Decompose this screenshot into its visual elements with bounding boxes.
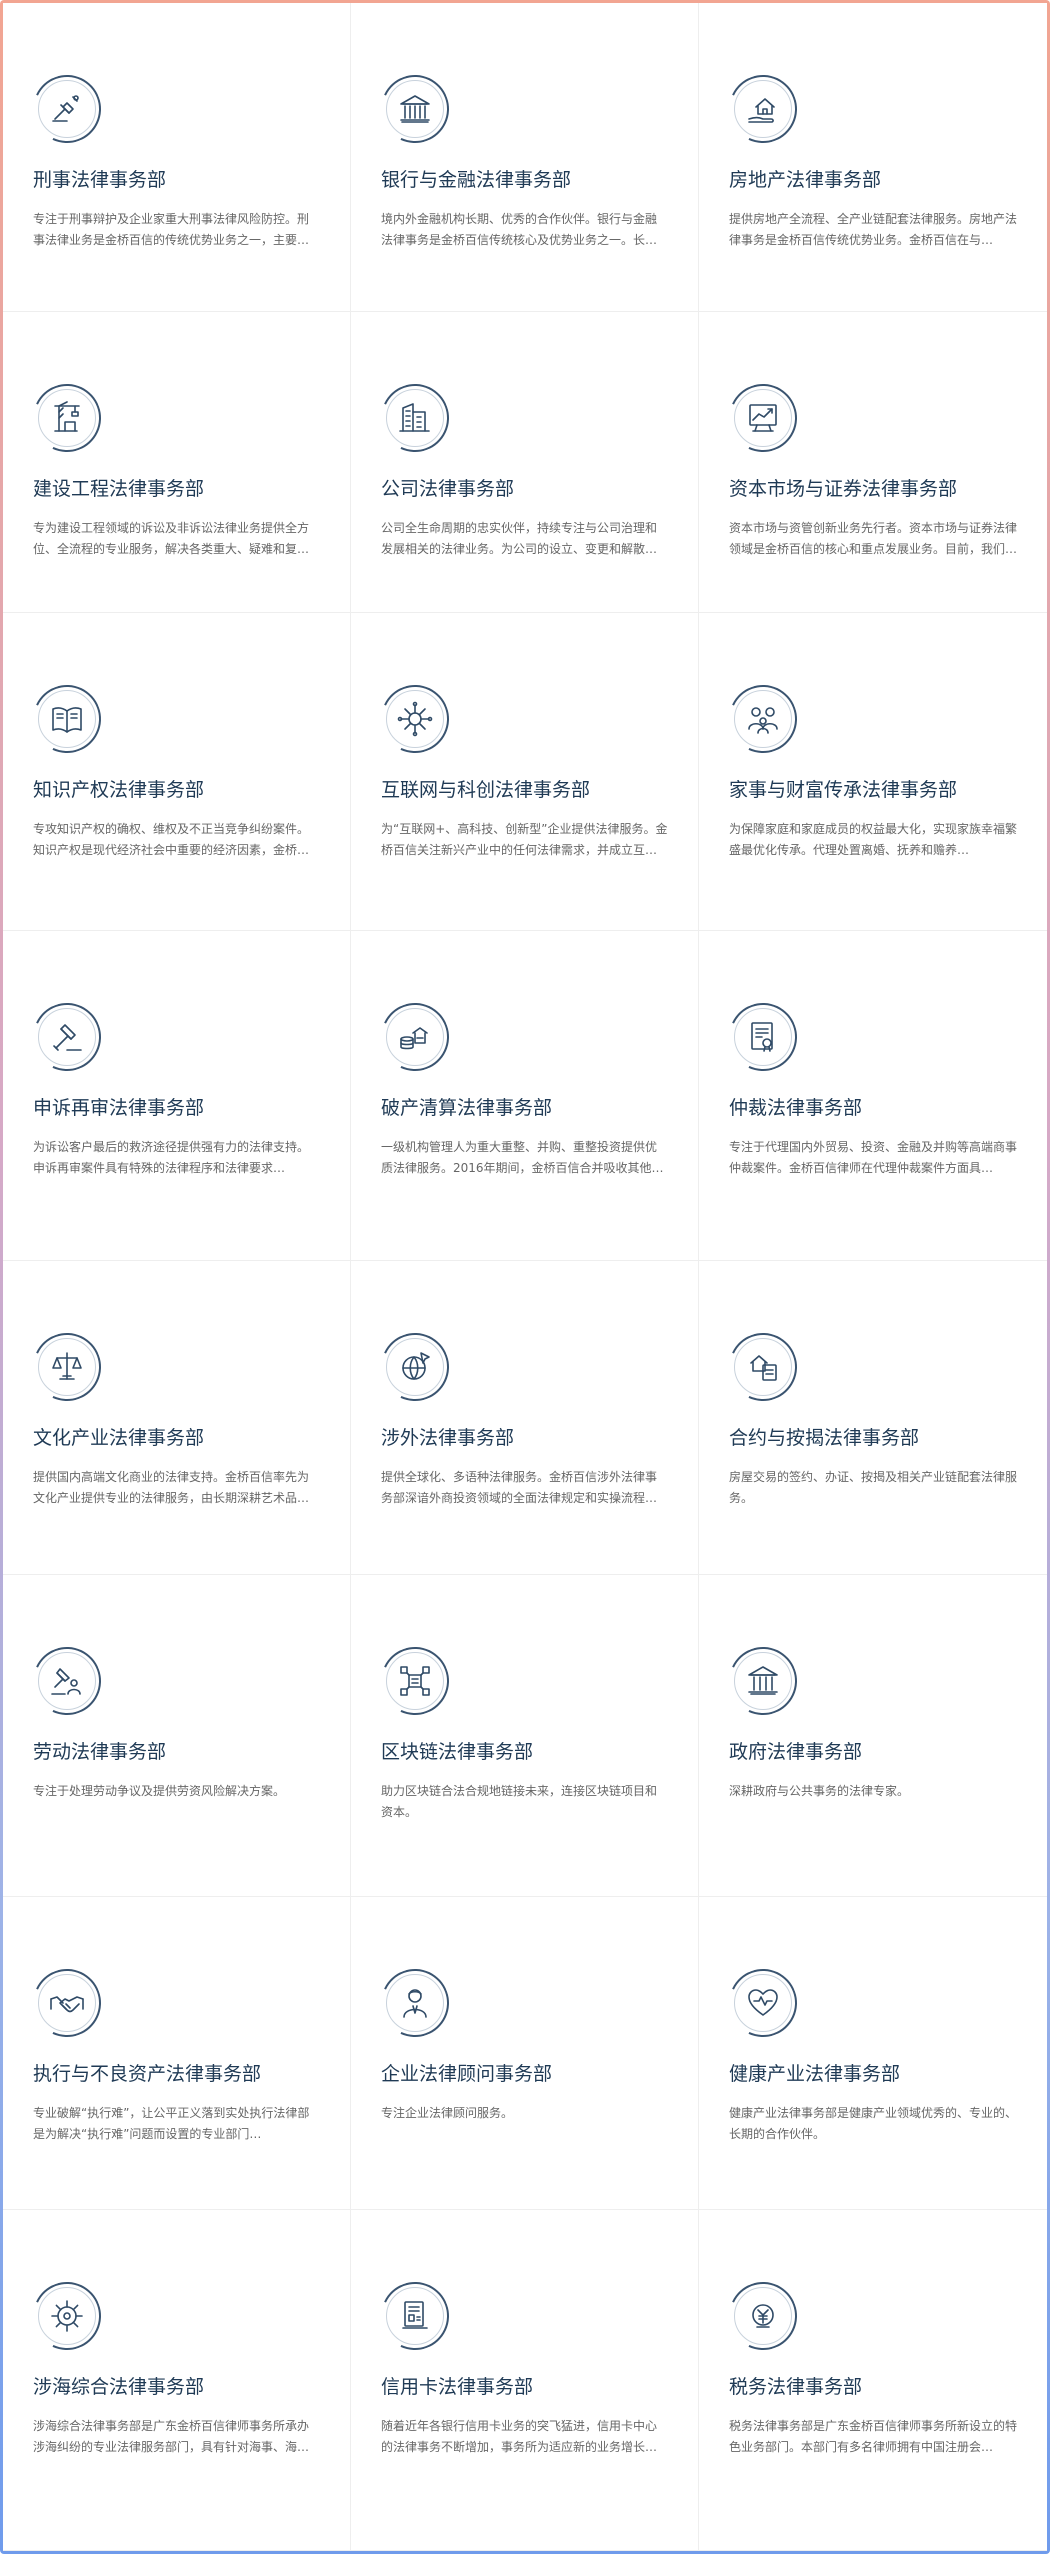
- department-card-19[interactable]: 执行与不良资产法律事务部 专业破解“执行难”，让公平正义落到实处执行法律部是为解…: [3, 1897, 351, 2210]
- department-card-1[interactable]: 刑事法律事务部 专注于刑事辩护及企业家重大刑事法律风险防控。刑事法律业务是金桥百…: [3, 3, 351, 312]
- department-card-3[interactable]: 房地产法律事务部 提供房地产全流程、全产业链配套法律服务。房地产法律事务是金桥百…: [699, 3, 1047, 312]
- tax-document-icon: [729, 2282, 797, 2350]
- handshake-icon: [33, 1969, 101, 2037]
- department-card-10[interactable]: 申诉再审法律事务部 为诉讼客户最后的救济途径提供强有力的法律支持。申诉再审案件具…: [3, 931, 351, 1261]
- department-card-13[interactable]: 文化产业法律事务部 提供国内高端文化商业的法律支持。金桥百信率先为文化产业提供专…: [3, 1261, 351, 1575]
- department-grid: 刑事法律事务部 专注于刑事辩护及企业家重大刑事法律风险防控。刑事法律业务是金桥百…: [3, 3, 1047, 2551]
- globe-plane-icon: [381, 1333, 449, 1401]
- department-card-6[interactable]: 资本市场与证券法律事务部 资本市场与资管创新业务先行者。资本市场与证券法律领域是…: [699, 312, 1047, 613]
- health-heart-icon: [729, 1969, 797, 2037]
- department-title[interactable]: 执行与不良资产法律事务部: [33, 2061, 320, 2087]
- department-card-17[interactable]: 区块链法律事务部 助力区块链合法合规地链接未来，连接区块链项目和资本。: [351, 1575, 699, 1897]
- department-description: 专为建设工程领域的诉讼及非诉讼法律业务提供全方位、全流程的专业服务，解决各类重大…: [33, 521, 310, 556]
- credit-card-icon: [381, 2282, 449, 2350]
- department-title[interactable]: 房地产法律事务部: [729, 167, 1017, 193]
- advisor-icon: [381, 1969, 449, 2037]
- department-description: 境内外金融机构长期、优秀的合作伙伴。银行与金融法律事务是金桥百信传统核心及优势业…: [381, 212, 658, 247]
- department-description: 为保障家庭和家庭成员的权益最大化，实现家族幸福繁盛最优化传承。代理处置离婚、抚养…: [729, 822, 1017, 857]
- department-card-12[interactable]: 仲裁法律事务部 专注于代理国内外贸易、投资、金融及并购等高端商事仲裁案件。金桥百…: [699, 931, 1047, 1261]
- department-title[interactable]: 文化产业法律事务部: [33, 1425, 320, 1451]
- department-card-9[interactable]: 家事与财富传承法律事务部 为保障家庭和家庭成员的权益最大化，实现家族幸福繁盛最优…: [699, 613, 1047, 931]
- justice-scale-icon: [33, 75, 101, 143]
- bank-building-icon: [381, 75, 449, 143]
- blockchain-icon: [381, 1647, 449, 1715]
- department-description: 涉海综合法律事务部是广东金桥百信律师事务所承办涉海纠纷的专业法律服务部门，具有针…: [33, 2419, 310, 2454]
- department-description: 资本市场与资管创新业务先行者。资本市场与证券法律领域是金桥百信的核心和重点发展业…: [729, 521, 1017, 556]
- office-building-icon: [381, 384, 449, 452]
- department-title[interactable]: 破产清算法律事务部: [381, 1095, 668, 1121]
- department-title[interactable]: 仲裁法律事务部: [729, 1095, 1017, 1121]
- department-description: 一级机构管理人为重大重整、并购、重整投资提供优质法律服务。2016年期间，金桥百…: [381, 1140, 664, 1175]
- department-card-14[interactable]: 涉外法律事务部 提供全球化、多语种法律服务。金桥百信涉外法律事务部深谙外商投资领…: [351, 1261, 699, 1575]
- department-title[interactable]: 合约与按揭法律事务部: [729, 1425, 1017, 1451]
- department-title[interactable]: 申诉再审法律事务部: [33, 1095, 320, 1121]
- department-title[interactable]: 资本市场与证券法律事务部: [729, 476, 1017, 502]
- department-title[interactable]: 涉外法律事务部: [381, 1425, 668, 1451]
- department-description: 提供国内高端文化商业的法律支持。金桥百信率先为文化产业提供专业的法律服务，由长期…: [33, 1470, 310, 1505]
- department-title[interactable]: 银行与金融法律事务部: [381, 167, 668, 193]
- department-description: 专注于代理国内外贸易、投资、金融及并购等高端商事仲裁案件。金桥百信律师在代理仲裁…: [729, 1140, 1017, 1175]
- department-description: 公司全生命周期的忠实伙伴，持续专注与公司治理和发展相关的法律业务。为公司的设立、…: [381, 521, 658, 556]
- family-icon: [729, 685, 797, 753]
- department-description: 专注企业法律顾问服务。: [381, 2106, 514, 2120]
- department-title[interactable]: 企业法律顾问事务部: [381, 2061, 668, 2087]
- department-card-21[interactable]: 健康产业法律事务部 健康产业法律事务部是健康产业领域优秀的、专业的、长期的合作伙…: [699, 1897, 1047, 2210]
- department-title[interactable]: 信用卡法律事务部: [381, 2374, 668, 2400]
- department-description: 专攻知识产权的确权、维权及不正当竞争纠纷案件。知识产权是现代经济社会中重要的经济…: [33, 822, 310, 857]
- department-card-22[interactable]: 涉海综合法律事务部 涉海综合法律事务部是广东金桥百信律师事务所承办涉海纠纷的专业…: [3, 2210, 351, 2551]
- book-icon: [33, 685, 101, 753]
- department-card-8[interactable]: 互联网与科创法律事务部 为“互联网+、高科技、创新型”企业提供法律服务。金桥百信…: [351, 613, 699, 931]
- house-contract-icon: [729, 1333, 797, 1401]
- house-hand-icon: [729, 75, 797, 143]
- department-card-4[interactable]: 建设工程法律事务部 专为建设工程领域的诉讼及非诉讼法律业务提供全方位、全流程的专…: [3, 312, 351, 613]
- department-card-2[interactable]: 银行与金融法律事务部 境内外金融机构长期、优秀的合作伙伴。银行与金融法律事务是金…: [351, 3, 699, 312]
- department-title[interactable]: 知识产权法律事务部: [33, 777, 320, 803]
- department-description: 随着近年各银行信用卡业务的突飞猛进，信用卡中心的法律事务不断增加，事务所为适应新…: [381, 2419, 658, 2454]
- department-description: 健康产业法律事务部是健康产业领域优秀的、专业的、长期的合作伙伴。: [729, 2106, 1017, 2141]
- department-title[interactable]: 刑事法律事务部: [33, 167, 320, 193]
- department-card-5[interactable]: 公司法律事务部 公司全生命周期的忠实伙伴，持续专注与公司治理和发展相关的法律业务…: [351, 312, 699, 613]
- department-title[interactable]: 区块链法律事务部: [381, 1739, 668, 1765]
- department-card-23[interactable]: 信用卡法律事务部 随着近年各银行信用卡业务的突飞猛进，信用卡中心的法律事务不断增…: [351, 2210, 699, 2551]
- network-globe-icon: [381, 685, 449, 753]
- construction-crane-icon: [33, 384, 101, 452]
- department-description: 提供房地产全流程、全产业链配套法律服务。房地产法律事务是金桥百信传统优势业务。金…: [729, 212, 1017, 247]
- department-card-16[interactable]: 劳动法律事务部 专注于处理劳动争议及提供劳资风险解决方案。: [3, 1575, 351, 1897]
- department-description: 为“互联网+、高科技、创新型”企业提供法律服务。金桥百信关注新兴产业中的任何法律…: [381, 822, 668, 857]
- department-title[interactable]: 涉海综合法律事务部: [33, 2374, 320, 2400]
- department-card-24[interactable]: 税务法律事务部 税务法律事务部是广东金桥百信律师事务所新设立的特色业务部门。本部…: [699, 2210, 1047, 2551]
- department-card-15[interactable]: 合约与按揭法律事务部 房屋交易的签约、办证、按揭及相关产业链配套法律服务。: [699, 1261, 1047, 1575]
- government-building-icon: [729, 1647, 797, 1715]
- department-title[interactable]: 互联网与科创法律事务部: [381, 777, 668, 803]
- department-card-7[interactable]: 知识产权法律事务部 专攻知识产权的确权、维权及不正当竞争纠纷案件。知识产权是现代…: [3, 613, 351, 931]
- worker-gavel-icon: [33, 1647, 101, 1715]
- stock-chart-icon: [729, 384, 797, 452]
- department-description: 专注于处理劳动争议及提供劳资风险解决方案。: [33, 1784, 286, 1798]
- department-description: 深耕政府与公共事务的法律专家。: [729, 1784, 910, 1798]
- department-title[interactable]: 税务法律事务部: [729, 2374, 1017, 2400]
- department-title[interactable]: 家事与财富传承法律事务部: [729, 777, 1017, 803]
- department-description: 为诉讼客户最后的救济途径提供强有力的法律支持。申诉再审案件具有特殊的法律程序和法…: [33, 1140, 310, 1175]
- balance-scale-icon: [33, 1333, 101, 1401]
- department-description: 提供全球化、多语种法律服务。金桥百信涉外法律事务部深谙外商投资领域的全面法律规定…: [381, 1470, 658, 1505]
- department-description: 助力区块链合法合规地链接未来，连接区块链项目和资本。: [381, 1784, 658, 1819]
- department-card-18[interactable]: 政府法律事务部 深耕政府与公共事务的法律专家。: [699, 1575, 1047, 1897]
- coins-building-icon: [381, 1003, 449, 1071]
- department-card-20[interactable]: 企业法律顾问事务部 专注企业法律顾问服务。: [351, 1897, 699, 2210]
- department-description: 专注于刑事辩护及企业家重大刑事法律风险防控。刑事法律业务是金桥百信的传统优势业务…: [33, 212, 310, 247]
- department-description: 税务法律事务部是广东金桥百信律师事务所新设立的特色业务部门。本部门有多名律师拥有…: [729, 2419, 1017, 2454]
- contract-seal-icon: [729, 1003, 797, 1071]
- department-title[interactable]: 政府法律事务部: [729, 1739, 1017, 1765]
- department-title[interactable]: 劳动法律事务部: [33, 1739, 320, 1765]
- department-card-11[interactable]: 破产清算法律事务部 一级机构管理人为重大重整、并购、重整投资提供优质法律服务。2…: [351, 931, 699, 1261]
- department-description: 专业破解“执行难”，让公平正义落到实处执行法律部是为解决“执行难”问题而设置的专…: [33, 2106, 310, 2141]
- gavel-icon: [33, 1003, 101, 1071]
- ship-wheel-icon: [33, 2282, 101, 2350]
- department-title[interactable]: 公司法律事务部: [381, 476, 668, 502]
- department-title[interactable]: 健康产业法律事务部: [729, 2061, 1017, 2087]
- department-title[interactable]: 建设工程法律事务部: [33, 476, 320, 502]
- department-description: 房屋交易的签约、办证、按揭及相关产业链配套法律服务。: [729, 1470, 1017, 1505]
